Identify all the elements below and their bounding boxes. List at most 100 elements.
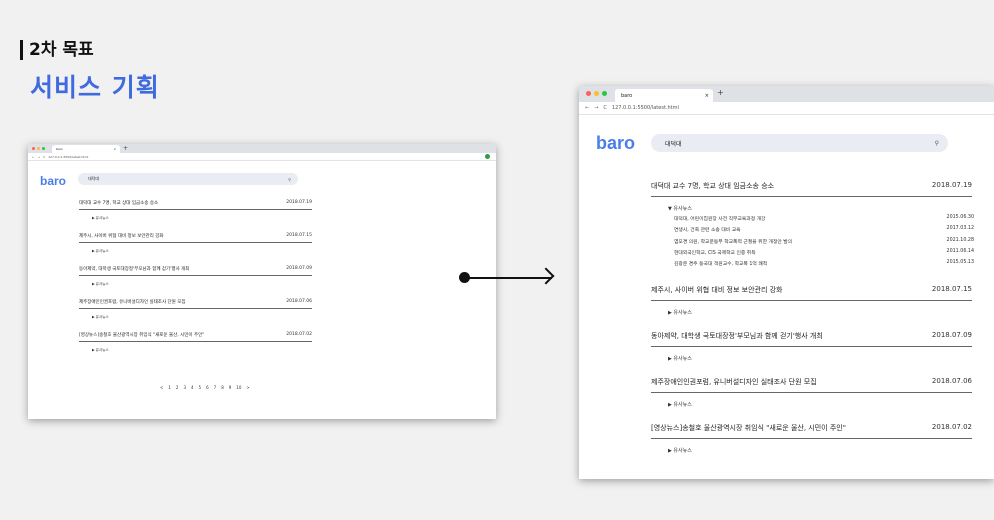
page-link[interactable]: 6: [206, 385, 209, 390]
news-row[interactable]: 동아제약, 대학생 국토대장정'부모님과 함께 걷기'행사 개최 2018.07.…: [651, 331, 972, 347]
list-item: 대덕대 교수 7명, 학교 상대 임금소송 승소 2018.07.19 ▼ 유사뉴…: [651, 181, 974, 285]
window-controls: [586, 91, 607, 96]
back-icon[interactable]: ←: [32, 155, 35, 159]
news-title[interactable]: 대덕대 교수 7명, 학교 상대 임금소송 승소: [79, 200, 158, 206]
minimize-window-icon[interactable]: [594, 91, 599, 96]
news-date: 2018.07.15: [931, 285, 972, 293]
page-link[interactable]: 8: [221, 385, 224, 390]
close-window-icon[interactable]: [32, 147, 35, 150]
search-box[interactable]: 대덕대 ⚲: [651, 134, 948, 152]
news-row[interactable]: 제주시, 사이버 위협 대비 정보 보안관리 강화 2018.07.15: [79, 233, 312, 243]
news-row[interactable]: 제주시, 사이버 위협 대비 정보 보안관리 강화 2018.07.15: [651, 285, 972, 301]
related-news-item[interactable]: 현대외국인학교, CIS 국제학교 인증 취득 2011.06.14: [651, 248, 974, 260]
news-row[interactable]: 동아제약, 대학생 국토대장정'부모님과 함께 걷기'행사 개최 2018.07.…: [79, 266, 312, 276]
news-title[interactable]: 동아제약, 대학생 국토대장정'부모님과 함께 걷기'행사 개최: [79, 266, 189, 272]
page-next[interactable]: >: [246, 385, 249, 390]
page-link[interactable]: 5: [199, 385, 202, 390]
baro-logo[interactable]: baro: [596, 133, 635, 154]
url-field[interactable]: 127.0.0.1:5500/latest.html: [612, 105, 679, 111]
tab-close-icon[interactable]: ×: [113, 147, 116, 151]
new-tab-button[interactable]: +: [717, 88, 724, 97]
list-item: 제주장애인인권포럼, 유니버설디자인 실태조사 단원 모집 2018.07.06 …: [79, 299, 312, 332]
related-news-date: 2011.06.14: [946, 248, 974, 254]
page-link[interactable]: 3: [183, 385, 186, 390]
maximize-window-icon[interactable]: [42, 147, 45, 150]
browser-tab[interactable]: baro ×: [52, 145, 120, 153]
news-title[interactable]: [영상뉴스]송철호 울산광역시장 취임식 "새로운 울산, 시민이 주인": [79, 332, 204, 338]
profile-avatar[interactable]: [485, 154, 490, 159]
slide-subtitle: 2차 목표: [20, 40, 160, 60]
tab-close-icon[interactable]: ×: [705, 93, 709, 99]
related-toggle[interactable]: ▶ 유사뉴스: [79, 348, 312, 353]
news-title[interactable]: 동아제약, 대학생 국토대장정'부모님과 함께 걷기'행사 개최: [651, 331, 823, 341]
page-link[interactable]: 2: [176, 385, 179, 390]
related-toggle[interactable]: ▶ 유사뉴스: [651, 401, 972, 408]
news-list: 대덕대 교수 7명, 학교 상대 임금소송 승소 2018.07.19 ▼ 유사뉴…: [651, 181, 974, 469]
page-link[interactable]: 4: [191, 385, 194, 390]
related-toggle-open[interactable]: ▼ 유사뉴스: [651, 205, 972, 212]
news-date: 2018.07.02: [931, 423, 972, 431]
minimize-window-icon[interactable]: [37, 147, 40, 150]
search-input[interactable]: 대덕대: [665, 139, 682, 148]
news-date: 2018.07.15: [286, 233, 312, 238]
new-tab-button[interactable]: +: [123, 145, 128, 152]
back-icon[interactable]: ←: [585, 105, 589, 111]
related-toggle[interactable]: ▶ 유사뉴스: [79, 282, 312, 287]
browser-tab[interactable]: baro ×: [615, 89, 713, 102]
reload-icon[interactable]: C: [603, 105, 607, 111]
page-prev[interactable]: <: [160, 385, 163, 390]
news-row[interactable]: 제주장애인인권포럼, 유니버설디자인 실태조사 단원 모집 2018.07.06: [651, 377, 972, 393]
page-link[interactable]: 10: [236, 385, 241, 390]
related-news-title[interactable]: 연생시, 건축 관련 소송 대비 교육: [674, 226, 741, 237]
news-date: 2018.07.19: [286, 200, 312, 205]
news-date: 2018.07.09: [931, 331, 972, 339]
baro-logo[interactable]: baro: [40, 174, 66, 188]
page-link[interactable]: 7: [214, 385, 217, 390]
forward-icon[interactable]: →: [594, 105, 598, 111]
related-toggle[interactable]: ▶ 유사뉴스: [651, 309, 972, 316]
related-news-item[interactable]: 김광운 경주 동국대 객원교수, 학교폭 1억 쾌척 2015.05.13: [651, 260, 974, 271]
related-toggle[interactable]: ▶ 유사뉴스: [651, 447, 972, 454]
news-title[interactable]: 대덕대 교수 7명, 학교 상대 임금소송 승소: [651, 181, 774, 191]
news-row[interactable]: [영상뉴스]송철호 울산광역시장 취임식 "새로운 울산, 시민이 주인" 201…: [651, 423, 972, 439]
slide-title: 서비스 기획: [30, 73, 160, 102]
url-field[interactable]: 127.0.0.1:5500/latest.html: [48, 155, 88, 159]
list-item: 제주시, 사이버 위협 대비 정보 보안관리 강화 2018.07.15 ▶ 유사…: [79, 233, 312, 266]
search-box[interactable]: 대덕대 ⚲: [78, 173, 298, 185]
news-title[interactable]: 제주시, 사이버 위협 대비 정보 보안관리 강화: [651, 285, 783, 295]
page-link[interactable]: 9: [229, 385, 232, 390]
tab-title: baro: [56, 147, 63, 151]
related-toggle[interactable]: ▶ 유사뉴스: [79, 249, 312, 254]
news-date: 2018.07.06: [931, 377, 972, 385]
news-title[interactable]: 제주장애인인권포럼, 유니버설디자인 실태조사 단원 모집: [79, 299, 186, 305]
related-news-title[interactable]: 대덕대, 어린이집원장 사전 직무교육과정 개강: [674, 215, 765, 226]
news-row[interactable]: 제주장애인인권포럼, 유니버설디자인 실태조사 단원 모집 2018.07.06: [79, 299, 312, 309]
news-date: 2018.07.09: [286, 266, 312, 271]
search-icon[interactable]: ⚲: [288, 177, 291, 182]
related-toggle[interactable]: ▶ 유사뉴스: [651, 355, 972, 362]
related-news-item[interactable]: 연생시, 건축 관련 소송 대비 교육 2017.03.12: [651, 226, 974, 237]
related-news-date: 2021.10.28: [946, 237, 974, 243]
related-toggle[interactable]: ▶ 유사뉴스: [79, 315, 312, 320]
news-row[interactable]: [영상뉴스]송철호 울산광역시장 취임식 "새로운 울산, 시민이 주인" 201…: [79, 332, 312, 342]
related-news-title[interactable]: 염모경 의원, 학교운동부 학교폭력 근절을 위한 개정안 발의: [674, 238, 792, 249]
related-news-title[interactable]: 현대외국인학교, CIS 국제학교 인증 취득: [674, 249, 756, 260]
close-window-icon[interactable]: [586, 91, 591, 96]
search-icon[interactable]: ⚲: [935, 140, 939, 147]
related-news-title[interactable]: 김광운 경주 동국대 객원교수, 학교폭 1억 쾌척: [674, 260, 767, 271]
forward-icon[interactable]: →: [38, 155, 41, 159]
browser-window-large: baro × + ← → C 127.0.0.1:5500/latest.htm…: [579, 86, 994, 479]
related-news-item[interactable]: 대덕대, 어린이집원장 사전 직무교육과정 개강 2015.06.30: [651, 215, 974, 226]
news-title[interactable]: 제주시, 사이버 위협 대비 정보 보안관리 강화: [79, 233, 164, 239]
search-input[interactable]: 대덕대: [88, 176, 99, 182]
related-news-date: 2015.05.13: [946, 260, 974, 266]
reload-icon[interactable]: C: [43, 155, 45, 159]
page-link[interactable]: 1: [168, 385, 171, 390]
news-title[interactable]: 제주장애인인권포럼, 유니버설디자인 실태조사 단원 모집: [651, 377, 817, 387]
related-news-item[interactable]: 염모경 의원, 학교운동부 학교폭력 근절을 위한 개정안 발의 2021.10.…: [651, 237, 974, 249]
news-title[interactable]: [영상뉴스]송철호 울산광역시장 취임식 "새로운 울산, 시민이 주인": [651, 423, 846, 433]
news-row[interactable]: 대덕대 교수 7명, 학교 상대 임금소송 승소 2018.07.19: [79, 200, 312, 210]
related-toggle[interactable]: ▶ 유사뉴스: [79, 216, 312, 221]
news-row[interactable]: 대덕대 교수 7명, 학교 상대 임금소송 승소 2018.07.19: [651, 181, 972, 197]
maximize-window-icon[interactable]: [602, 91, 607, 96]
